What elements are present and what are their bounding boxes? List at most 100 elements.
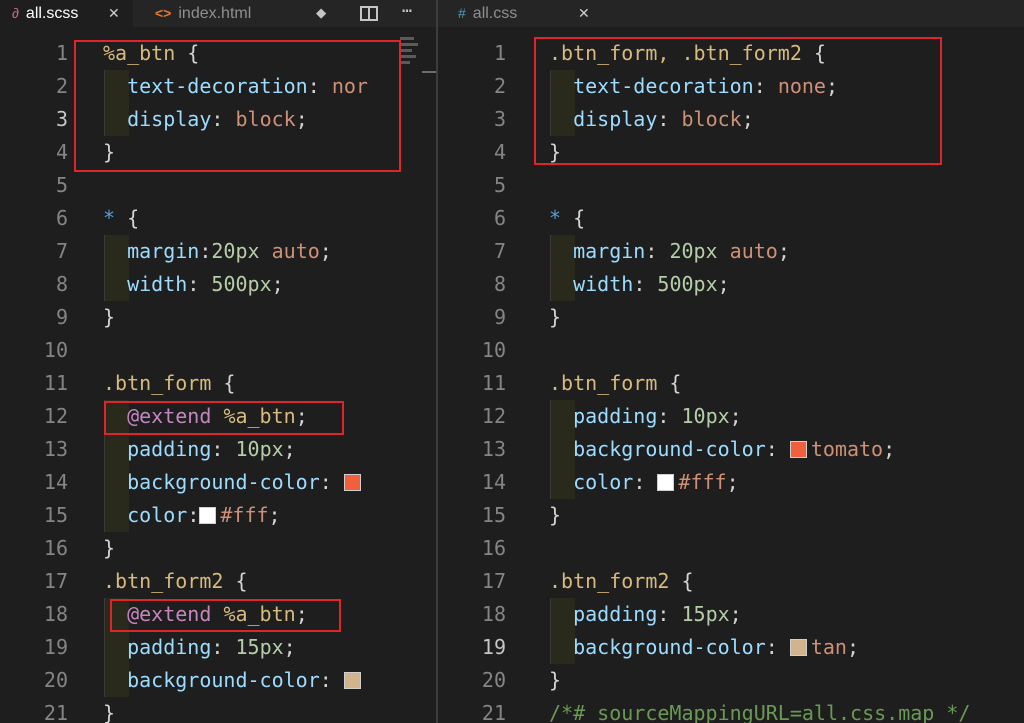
code-token: :: [633, 470, 658, 494]
code-line[interactable]: 17 .btn_form2 {: [0, 565, 436, 598]
code-token: }: [103, 536, 116, 560]
tab-index-html[interactable]: <> index.html: [133, 0, 298, 27]
line-number: 17: [43, 569, 68, 593]
code-token: ;: [825, 74, 839, 98]
code-text: }: [103, 301, 115, 334]
code-line[interactable]: 3 display: block;: [438, 103, 1024, 136]
code-token: {: [211, 371, 236, 395]
color-swatch[interactable]: [789, 639, 807, 656]
code-token: :: [765, 635, 790, 659]
tab-all-scss[interactable]: ∂ all.scss ✕: [0, 0, 133, 27]
line-number: 4: [55, 140, 68, 164]
code-token: 15px: [235, 635, 284, 659]
code-line[interactable]: 7 margin: 20px auto;: [438, 235, 1024, 268]
code-token: .btn_form: [103, 371, 212, 395]
code-token: }: [103, 701, 116, 723]
code-line[interactable]: 19 background-color: tan;: [438, 631, 1024, 664]
code-token: #fff: [220, 503, 269, 527]
code-line[interactable]: 13 background-color: tomato;: [438, 433, 1024, 466]
code-line[interactable]: 15 color: #fff;: [0, 499, 436, 532]
code-text: .btn_form2 {: [103, 565, 248, 598]
code-line[interactable]: 5: [0, 169, 436, 202]
close-icon[interactable]: ✕: [578, 0, 590, 27]
code-line[interactable]: 20}: [438, 664, 1024, 697]
code-line[interactable]: 8 width: 500px;: [438, 268, 1024, 301]
code-token: auto: [729, 239, 778, 263]
code-line[interactable]: 21 /*# sourceMappingURL=all.css.map */: [438, 697, 1024, 723]
code-line[interactable]: 14 background-color:: [0, 466, 436, 499]
left-editor-group: ∂ all.scss ✕ <> index.html ◆ ⋯ 1 %a_btn {2 …: [0, 0, 436, 723]
tab-all-css[interactable]: # all.css ✕: [438, 0, 602, 27]
code-token: ;: [726, 470, 739, 494]
tab-label: all.scss: [25, 5, 79, 22]
code-token: ;: [729, 602, 742, 626]
code-line[interactable]: 3 display: block;: [0, 103, 436, 136]
code-line[interactable]: 17 .btn_form2 {: [438, 565, 1024, 598]
line-number: 16: [481, 536, 506, 560]
code-line[interactable]: 13 padding: 10px;: [0, 433, 436, 466]
code-line[interactable]: 2 text-decoration: nor: [0, 70, 436, 103]
code-line[interactable]: 21}: [0, 697, 436, 723]
color-swatch[interactable]: [343, 672, 361, 689]
line-number: 3: [493, 107, 506, 131]
code-line[interactable]: 10: [0, 334, 436, 367]
code-text: .btn_form {: [549, 367, 681, 400]
git-compare-icon[interactable]: ◆: [316, 0, 326, 27]
right-editor-group: # all.css ✕ 1 .btn_form, .btn_form2 {2 tex…: [438, 0, 1024, 723]
code-text: background-color: tan;: [549, 631, 859, 664]
code-line[interactable]: 9}: [0, 301, 436, 334]
color-swatch[interactable]: [657, 474, 675, 491]
code-line[interactable]: 4}: [438, 136, 1024, 169]
code-line[interactable]: 14 color: #fff;: [438, 466, 1024, 499]
code-line[interactable]: 6 * {: [0, 202, 436, 235]
scss-editor[interactable]: 1 %a_btn {2 text-decoration: nor 3 display…: [0, 27, 436, 723]
code-line[interactable]: 10: [438, 334, 1024, 367]
line-number: 18: [481, 602, 506, 626]
code-line[interactable]: 2 text-decoration: none;: [438, 70, 1024, 103]
code-line[interactable]: 6 * {: [438, 202, 1024, 235]
code-token: :: [211, 635, 236, 659]
more-actions-icon[interactable]: ⋯: [402, 0, 412, 22]
code-line[interactable]: 5: [438, 169, 1024, 202]
code-text: }: [549, 664, 561, 697]
color-swatch[interactable]: [199, 507, 217, 524]
code-token: margin: [127, 239, 200, 263]
code-line[interactable]: 20 background-color:: [0, 664, 436, 697]
code-line[interactable]: 11 .btn_form {: [438, 367, 1024, 400]
css-editor[interactable]: 1 .btn_form, .btn_form2 {2 text-decoratio…: [438, 27, 1024, 723]
code-token: :: [657, 404, 682, 428]
line-number: 19: [481, 635, 506, 659]
code-line[interactable]: 4}: [0, 136, 436, 169]
color-swatch[interactable]: [343, 474, 361, 491]
code-line[interactable]: 16: [438, 532, 1024, 565]
code-line[interactable]: 8 width: 500px;: [0, 268, 436, 301]
split-editor-icon-divider: [368, 6, 370, 21]
code-line[interactable]: 16}: [0, 532, 436, 565]
code-line[interactable]: 18 @extend %a_btn;: [0, 598, 436, 631]
code-line[interactable]: 9}: [438, 301, 1024, 334]
color-swatch[interactable]: [789, 441, 807, 458]
code-line[interactable]: 12 padding: 10px;: [438, 400, 1024, 433]
code-line[interactable]: 1 %a_btn {: [0, 37, 436, 70]
code-line[interactable]: 15}: [438, 499, 1024, 532]
code-token: %a_btn: [103, 41, 176, 65]
code-token: none: [777, 74, 826, 98]
code-line[interactable]: 1 .btn_form, .btn_form2 {: [438, 37, 1024, 70]
code-token: 15px: [681, 602, 730, 626]
code-line[interactable]: 7 margin:20px auto;: [0, 235, 436, 268]
code-line[interactable]: 18 padding: 15px;: [438, 598, 1024, 631]
code-line[interactable]: 11 .btn_form {: [0, 367, 436, 400]
line-number: 16: [43, 536, 68, 560]
close-icon[interactable]: ✕: [108, 0, 120, 27]
code-line[interactable]: 19 padding: 15px;: [0, 631, 436, 664]
code-line[interactable]: 12 @extend %a_btn;: [0, 400, 436, 433]
code-token: }: [549, 305, 562, 329]
code-token: ;: [717, 272, 730, 296]
code-token: tan: [810, 635, 847, 659]
